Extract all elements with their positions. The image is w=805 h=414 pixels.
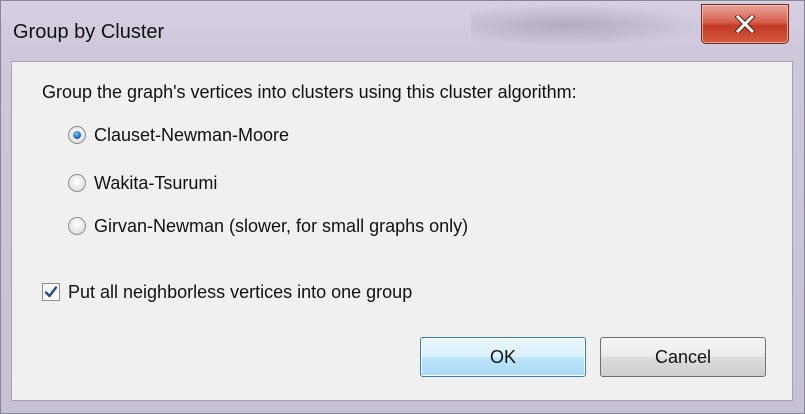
dialog-client-area: Group the graph's vertices into clusters… xyxy=(11,61,793,401)
radio-selected-icon[interactable] xyxy=(68,126,86,144)
window-title: Group by Cluster xyxy=(13,21,165,43)
radio-clauset-newman-moore[interactable]: Clauset-Newman-Moore xyxy=(68,123,289,147)
dialog-window: Group by Cluster Group the graph's verti… xyxy=(0,0,805,414)
radio-unselected-icon[interactable] xyxy=(68,217,86,235)
cancel-button[interactable]: Cancel xyxy=(600,337,766,377)
neighborless-vertices-checkbox[interactable] xyxy=(42,283,60,301)
neighborless-vertices-label: Put all neighborless vertices into one g… xyxy=(68,281,413,302)
cluster-algorithm-prompt: Group the graph's vertices into clusters… xyxy=(42,82,577,102)
radio-unselected-icon[interactable] xyxy=(68,174,86,192)
title-bar[interactable]: Group by Cluster xyxy=(1,1,804,61)
checkmark-icon xyxy=(44,286,58,298)
radio-label-clauset-newman-moore: Clauset-Newman-Moore xyxy=(94,124,290,145)
close-button[interactable] xyxy=(701,4,789,44)
radio-girvan-newman[interactable]: Girvan-Newman (slower, for small graphs … xyxy=(68,214,468,238)
close-icon xyxy=(735,15,755,33)
radio-label-wakita-tsurumi: Wakita-Tsurumi xyxy=(94,172,218,193)
neighborless-vertices-checkbox-row[interactable]: Put all neighborless vertices into one g… xyxy=(42,280,412,304)
ok-button[interactable]: OK xyxy=(420,337,586,377)
radio-label-girvan-newman: Girvan-Newman (slower, for small graphs … xyxy=(94,215,469,236)
radio-wakita-tsurumi[interactable]: Wakita-Tsurumi xyxy=(68,171,217,195)
